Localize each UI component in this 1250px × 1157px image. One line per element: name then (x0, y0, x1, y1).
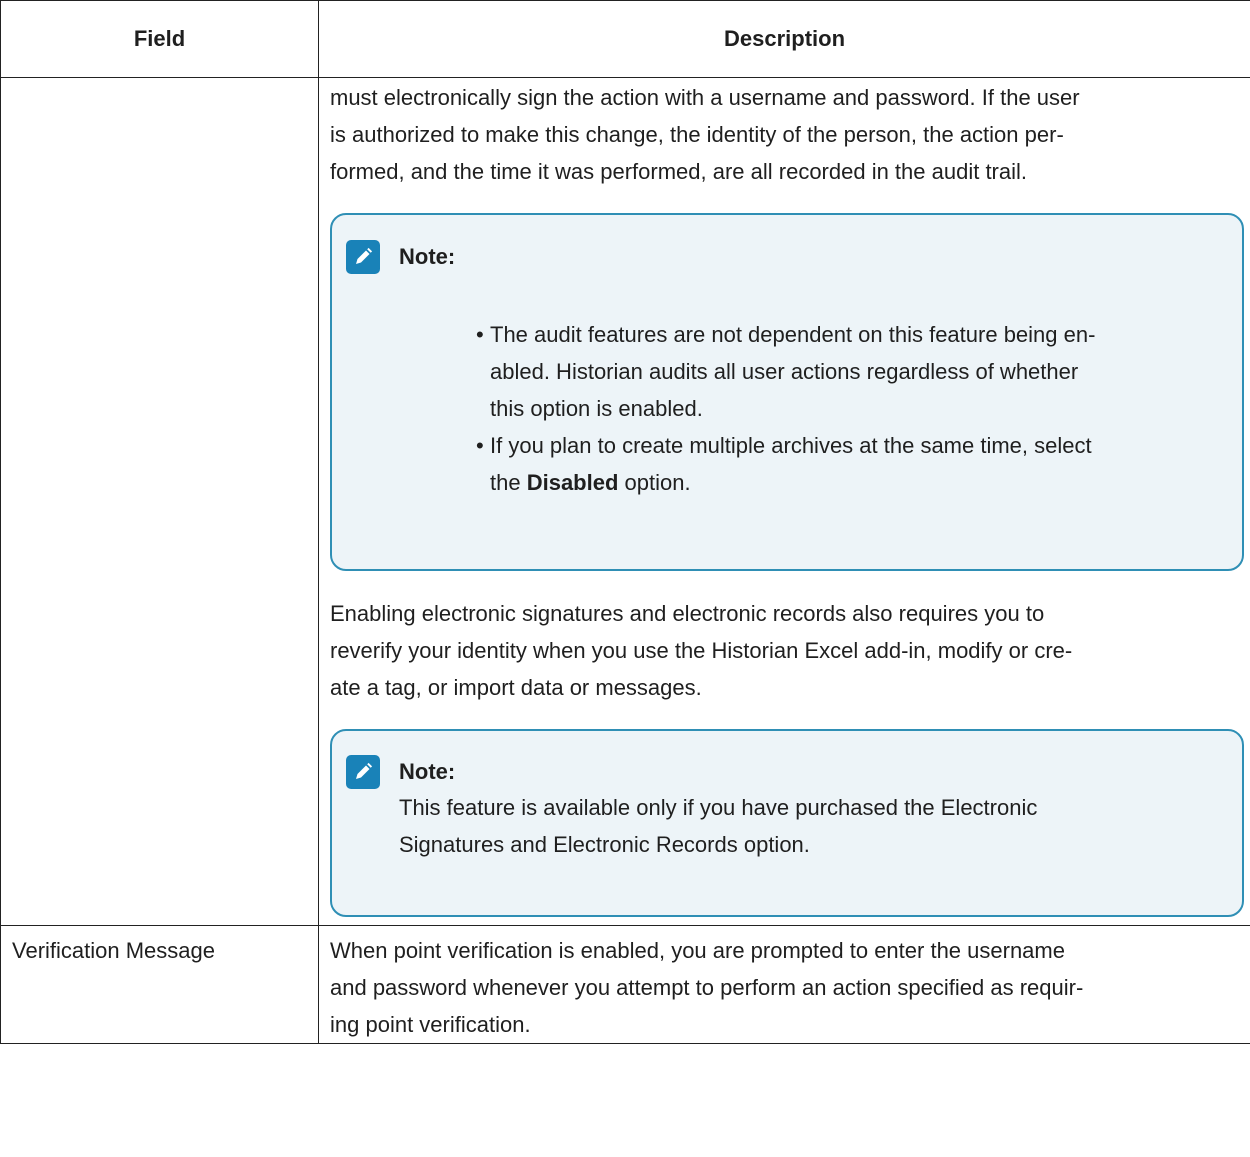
field-cell-empty (0, 77, 319, 926)
note-label: Note: (399, 759, 456, 784)
table-header-row: Field Description (0, 0, 1250, 78)
text-line: reverify your identity when you use the … (330, 638, 1073, 663)
text-line: The audit features are not dependent on … (490, 322, 1096, 347)
description-paragraph: must electronically sign the action with… (330, 79, 1244, 190)
table-row: Verification Message When point verifica… (0, 925, 1250, 1044)
pencil-note-icon (346, 240, 380, 274)
description-paragraph: When point verification is enabled, you … (330, 932, 1244, 1043)
description-cell: must electronically sign the action with… (318, 77, 1250, 926)
text-line: formed, and the time it was performed, a… (330, 159, 1028, 184)
text-line: this option is enabled. (490, 396, 703, 421)
text-line: is authorized to make this change, the i… (330, 122, 1064, 147)
table-row: must electronically sign the action with… (0, 77, 1250, 926)
note-callout: Note: The audit features are not depende… (330, 213, 1244, 571)
text-fragment: the (490, 470, 527, 495)
description-paragraph: Enabling electronic signatures and elect… (330, 595, 1244, 706)
description-cell: When point verification is enabled, you … (318, 925, 1250, 1044)
list-item: The audit features are not dependent on … (476, 316, 1222, 427)
text-fragment: option. (618, 470, 691, 495)
text-line: abled. Historian audits all user actions… (490, 359, 1079, 384)
note-bullet-list: The audit features are not dependent on … (476, 316, 1222, 501)
list-item: If you plan to create multiple archives … (476, 427, 1222, 501)
note-label: Note: (399, 244, 456, 269)
text-line: Enabling electronic signatures and elect… (330, 601, 1045, 626)
text-line: ate a tag, or import data or messages. (330, 675, 702, 700)
field-cell: Verification Message (0, 925, 319, 1044)
pencil-note-icon (346, 755, 380, 789)
note-callout: Note: This feature is available only if … (330, 729, 1244, 917)
field-description-table: Field Description must electronically si… (0, 0, 1250, 1044)
text-line: and password whenever you attempt to per… (330, 975, 1084, 1000)
text-line: Signatures and Electronic Records option… (399, 832, 810, 857)
text-line: ing point verification. (330, 1012, 531, 1037)
text-line: When point verification is enabled, you … (330, 938, 1065, 963)
header-description: Description (318, 0, 1250, 78)
text-line: This feature is available only if you ha… (399, 795, 1038, 820)
header-field: Field (0, 0, 319, 78)
note-text: This feature is available only if you ha… (399, 789, 1222, 863)
text-line: If you plan to create multiple archives … (490, 433, 1092, 458)
text-line: must electronically sign the action with… (330, 85, 1080, 110)
bold-option-name: Disabled (526, 470, 619, 495)
